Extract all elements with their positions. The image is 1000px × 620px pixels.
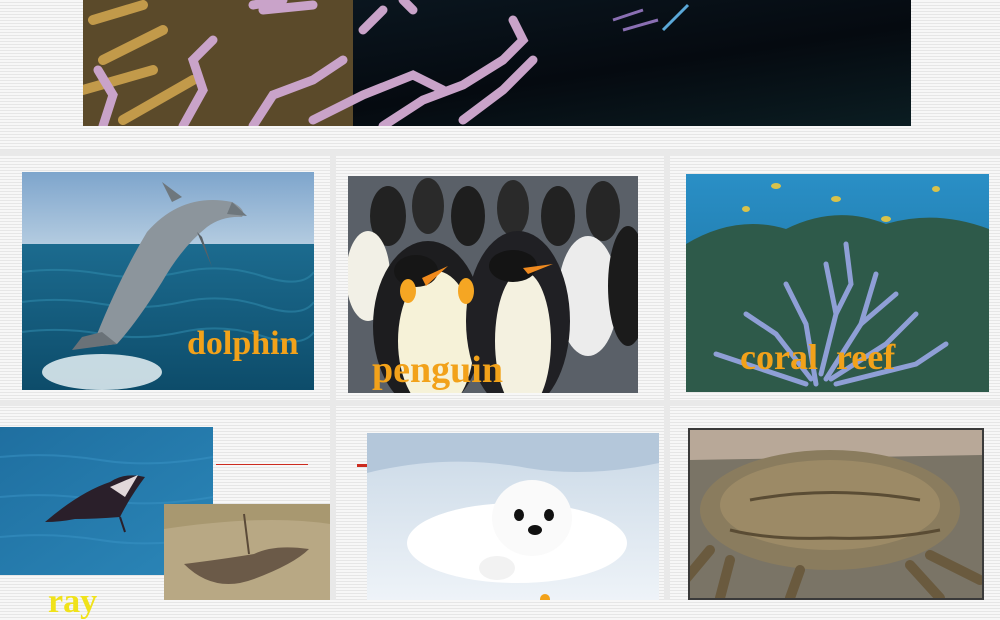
seal-caption-fragment [540,594,550,600]
crab-photo [688,428,984,600]
ray-caption: ray [48,583,98,620]
divider-left [330,150,336,600]
dolphin-caption: dolphin [187,325,299,362]
divider-top [0,150,1000,156]
coral-reef-caption: coral reef [740,337,896,377]
penguin-caption: penguin [372,349,503,391]
banner-coral-photo [83,0,911,126]
divider-middle [0,400,1000,406]
seal-pup-photo [367,433,659,600]
crab-caption-fragment [944,585,958,600]
divider-right [664,150,670,600]
accent-line-red-short [357,464,367,467]
accent-line-red-left [216,464,308,465]
stingray-photo [164,504,330,600]
